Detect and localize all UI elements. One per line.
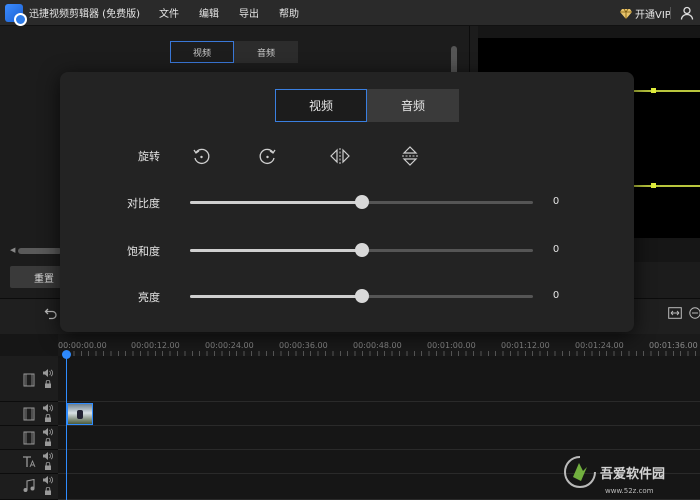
brightness-value: 0 <box>552 290 560 301</box>
ruler-tick-label: 00:01:00.00 <box>427 341 476 350</box>
saturation-label: 饱和度 <box>127 245 160 258</box>
ruler-tick-label: 00:01:36.00 <box>649 341 698 350</box>
ruler-tick-label: 00:00:00.00 <box>58 341 107 350</box>
speaker-icon[interactable] <box>43 369 53 377</box>
horizontal-scrollbar[interactable] <box>18 248 62 254</box>
contrast-value: 0 <box>552 196 560 207</box>
speaker-icon[interactable] <box>43 476 53 484</box>
track-video-1[interactable] <box>58 356 700 402</box>
ruler-tick-label: 00:01:12.00 <box>501 341 550 350</box>
watermark-logo-icon <box>563 456 596 489</box>
video-track-icon <box>23 407 35 421</box>
scroll-left-icon[interactable]: ◀ <box>10 246 15 254</box>
contrast-slider[interactable] <box>190 195 533 209</box>
brightness-slider-thumb[interactable] <box>355 289 369 303</box>
bg-tab-audio[interactable]: 音频 <box>234 41 298 63</box>
contrast-slider-thumb[interactable] <box>355 195 369 209</box>
app-title: 迅捷视频剪辑器 (免费版) <box>29 9 140 20</box>
undo-icon[interactable] <box>44 306 58 320</box>
popup-tab-video[interactable]: 视频 <box>275 89 367 122</box>
background-tabs: 视频 音频 <box>170 41 298 63</box>
user-icon[interactable] <box>680 6 694 20</box>
flip-vertical-icon <box>402 146 418 166</box>
watermark: 吾爱软件园 <box>563 455 665 489</box>
menu-bar: 文件 编辑 导出 帮助 <box>159 5 319 20</box>
rotate-left-button[interactable] <box>190 145 212 167</box>
lock-icon[interactable] <box>44 487 52 495</box>
rotate-label: 旋转 <box>138 150 160 163</box>
ruler-tick-label: 00:00:12.00 <box>131 341 180 350</box>
playhead-line[interactable] <box>66 352 67 500</box>
track-video-3[interactable] <box>58 426 700 450</box>
saturation-slider[interactable] <box>190 243 533 257</box>
waveform-marker <box>651 183 656 188</box>
menu-export[interactable]: 导出 <box>239 5 259 20</box>
playhead-handle[interactable] <box>62 350 71 359</box>
waveform-marker <box>651 88 656 93</box>
flip-horizontal-button[interactable] <box>329 145 351 167</box>
ruler-tick-label: 00:00:24.00 <box>205 341 254 350</box>
lock-icon[interactable] <box>44 462 52 470</box>
watermark-text: 吾爱软件园 <box>600 466 666 482</box>
saturation-slider-fill <box>190 249 362 252</box>
ruler-tick-label: 00:00:48.00 <box>353 341 402 350</box>
rotate-left-icon <box>193 148 210 164</box>
watermark-url: www.52z.com <box>605 487 654 495</box>
brightness-slider[interactable] <box>190 289 533 303</box>
lock-icon[interactable] <box>44 380 52 388</box>
track-video-2[interactable] <box>58 402 700 426</box>
popup-tabs: 视频 音频 <box>275 89 459 122</box>
contrast-slider-fill <box>190 201 362 204</box>
vip-button[interactable]: 开通VIP <box>620 6 671 21</box>
lock-icon[interactable] <box>44 438 52 446</box>
ruler-tick-label: 00:00:36.00 <box>279 341 328 350</box>
vip-label: 开通VIP <box>635 10 671 21</box>
divider <box>670 7 671 19</box>
video-track-icon <box>23 431 35 445</box>
flip-horizontal-icon <box>330 148 350 164</box>
contrast-label: 对比度 <box>127 197 160 210</box>
popup-tab-audio[interactable]: 音频 <box>367 89 459 122</box>
title-bar: 迅捷视频剪辑器 (免费版) 文件 编辑 导出 帮助 <box>0 0 700 26</box>
menu-file[interactable]: 文件 <box>159 5 179 20</box>
diamond-icon <box>620 8 632 19</box>
text-track-icon <box>23 456 36 468</box>
zoom-out-icon[interactable] <box>689 307 700 319</box>
video-clip-thumbnail[interactable] <box>67 403 93 425</box>
saturation-slider-thumb[interactable] <box>355 243 369 257</box>
speaker-icon[interactable] <box>43 428 53 436</box>
flip-vertical-button[interactable] <box>399 145 421 167</box>
rotate-right-icon <box>259 148 276 164</box>
menu-help[interactable]: 帮助 <box>279 5 299 20</box>
video-track-icon <box>23 373 35 387</box>
fit-timeline-icon[interactable] <box>668 307 682 319</box>
app-logo-icon <box>5 3 27 26</box>
ruler-tick-label: 00:01:24.00 <box>575 341 624 350</box>
bg-tab-video[interactable]: 视频 <box>170 41 234 63</box>
lock-icon[interactable] <box>44 414 52 422</box>
speaker-icon[interactable] <box>43 452 53 460</box>
saturation-value: 0 <box>552 244 560 255</box>
rotate-right-button[interactable] <box>257 145 279 167</box>
brightness-slider-fill <box>190 295 362 298</box>
menu-edit[interactable]: 编辑 <box>199 5 219 20</box>
music-track-icon <box>23 479 35 492</box>
speaker-icon[interactable] <box>43 404 53 412</box>
brightness-label: 亮度 <box>138 291 160 304</box>
